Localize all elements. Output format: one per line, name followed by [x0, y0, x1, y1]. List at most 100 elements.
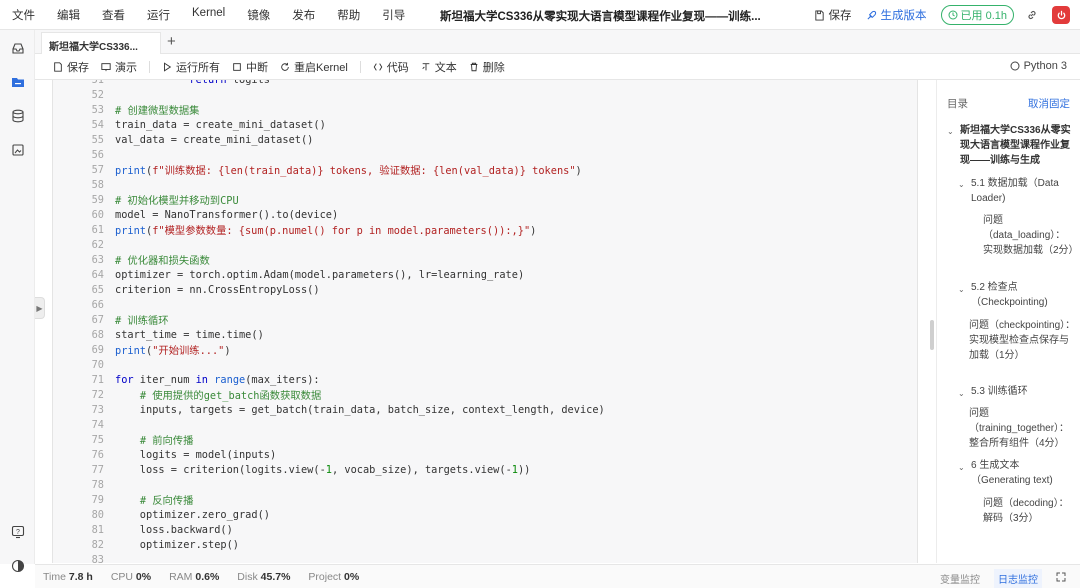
toc-item[interactable]: 5.3 训练循环: [971, 384, 1071, 399]
tab-notebook[interactable]: 斯坦福大学CS336...: [41, 32, 161, 54]
chevron-down-icon[interactable]: ⌄: [958, 389, 965, 398]
status-disk-value: 45.7%: [260, 570, 291, 583]
interrupt-button[interactable]: 中断: [232, 59, 268, 75]
code-line[interactable]: 62: [53, 237, 917, 252]
menu-kernel[interactable]: Kernel: [192, 7, 225, 23]
code-line[interactable]: 79 # 反向传播: [53, 492, 917, 508]
menu-publish[interactable]: 发布: [292, 7, 315, 23]
insert-code-button[interactable]: 代码: [373, 59, 409, 75]
link-button[interactable]: [1026, 9, 1038, 21]
toc-item[interactable]: 问题（data_loading）：实现数据加载（2分）: [983, 213, 1079, 258]
theme-toggle-icon[interactable]: [9, 557, 26, 574]
line-number: 58: [91, 178, 104, 191]
shutdown-button[interactable]: [1052, 6, 1070, 24]
chevron-down-icon[interactable]: ⌄: [958, 285, 965, 294]
log-monitor-tab[interactable]: 日志监控: [994, 569, 1042, 588]
code-line[interactable]: 66: [53, 297, 917, 312]
code-line[interactable]: 56: [53, 147, 917, 162]
code-line[interactable]: 80 optimizer.zero_grad(): [53, 507, 917, 522]
menu-run[interactable]: 运行: [147, 7, 170, 23]
run-all-button[interactable]: 运行所有: [162, 59, 220, 75]
toc-item[interactable]: 5.1 数据加载（Data Loader): [971, 176, 1071, 206]
code-line[interactable]: 75 # 前向传播: [53, 432, 917, 448]
generate-version-button[interactable]: 生成版本: [866, 7, 927, 23]
line-number: 80: [91, 508, 104, 521]
toolbar-save-button[interactable]: 保存: [53, 59, 89, 75]
code-line[interactable]: 54 train_data = create_mini_dataset(): [53, 117, 917, 132]
add-tab-button[interactable]: +: [167, 33, 176, 50]
code-line[interactable]: 59 # 初始化模型并移动到CPU: [53, 192, 917, 208]
menu-help[interactable]: 帮助: [337, 7, 360, 23]
code-line[interactable]: 71 for iter_num in range(max_iters):: [53, 372, 917, 387]
line-number: 77: [91, 463, 104, 476]
code-text: inputs, targets = get_batch(train_data, …: [115, 403, 605, 416]
code-line[interactable]: 83: [53, 552, 917, 564]
code-line[interactable]: 58: [53, 177, 917, 192]
chevron-down-icon[interactable]: ⌄: [947, 127, 954, 136]
toc-item[interactable]: 问题（checkpointing）：实现模型检查点保存与加载（1分）: [969, 318, 1077, 363]
save-label: 保存: [828, 10, 852, 22]
unpin-button[interactable]: 取消固定: [1028, 96, 1070, 111]
menu-image[interactable]: 镜像: [247, 7, 270, 23]
code-editor[interactable]: 51 return logits5253# 创建微型数据集54train_dat…: [52, 80, 918, 563]
toc-item[interactable]: 问题（training_together）：整合所有组件（4分）: [969, 406, 1077, 451]
code-line[interactable]: 74: [53, 417, 917, 432]
generate-version-label: 生成版本: [880, 10, 927, 22]
toc-panel: 目录 取消固定 ⌄ 斯坦福大学CS336从零实现大语言模型课程作业复现——训练与…: [936, 80, 1080, 563]
expand-sidebar-handle[interactable]: ▶: [35, 297, 45, 319]
code-line[interactable]: 52: [53, 87, 917, 102]
splitter-handle[interactable]: [930, 320, 934, 350]
code-line[interactable]: 64 optimizer = torch.optim.Adam(model.par…: [53, 267, 917, 282]
code-line[interactable]: 82 optimizer.step(): [53, 537, 917, 552]
code-text: print("开始训练..."): [115, 345, 231, 357]
code-line[interactable]: 68 start_time = time.time(): [53, 327, 917, 342]
toc-item[interactable]: 6 生成文本（Generating text): [971, 458, 1075, 488]
code-line[interactable]: 76 logits = model(inputs): [53, 447, 917, 462]
restart-kernel-button[interactable]: 重启Kernel: [280, 59, 348, 75]
status-cpu: CPU 0%: [111, 571, 151, 583]
fullscreen-icon[interactable]: [1052, 570, 1070, 587]
code-line[interactable]: 67 # 训练循环: [53, 312, 917, 328]
code-line[interactable]: 69 print("开始训练..."): [53, 342, 917, 358]
code-line[interactable]: 55 val_data = create_mini_dataset(): [53, 132, 917, 147]
chevron-down-icon[interactable]: ⌄: [958, 180, 965, 189]
code-line[interactable]: 77 loss = criterion(logits.view(-1, voca…: [53, 462, 917, 477]
trash-icon: [470, 62, 478, 71]
chevron-down-icon[interactable]: ⌄: [958, 463, 965, 472]
menu-file[interactable]: 文件: [12, 7, 35, 23]
code-line[interactable]: 57 print(f"训练数据: {len(train_data)} tokens…: [53, 162, 917, 178]
code-line[interactable]: 65 criterion = nn.CrossEntropyLoss(): [53, 282, 917, 297]
menu-edit[interactable]: 编辑: [57, 7, 80, 23]
code-line[interactable]: 51 return logits: [53, 80, 917, 87]
toc-item[interactable]: 问题（decoding）：解码（3分）: [983, 496, 1077, 526]
code-line[interactable]: 61 print(f"模型参数数量: {sum(p.numel() for p i…: [53, 222, 917, 238]
code-line[interactable]: 70: [53, 357, 917, 372]
delete-button[interactable]: 删除: [469, 59, 505, 75]
status-time-label: Time: [43, 570, 66, 583]
image-icon[interactable]: [9, 141, 26, 158]
line-number: 61: [91, 223, 104, 236]
toc-item[interactable]: 5.2 检查点（Checkpointing): [971, 280, 1077, 310]
database-icon[interactable]: [9, 107, 26, 124]
status-disk-label: Disk: [237, 570, 258, 583]
menu-guide[interactable]: 引导: [382, 7, 405, 23]
insert-text-button[interactable]: 文本: [421, 59, 457, 75]
save-button[interactable]: 保存: [814, 7, 852, 23]
line-number: 60: [91, 208, 104, 221]
code-line[interactable]: 78: [53, 477, 917, 492]
code-line[interactable]: 60 model = NanoTransformer().to(device): [53, 207, 917, 222]
code-line[interactable]: 53 # 创建微型数据集: [53, 102, 917, 118]
code-line[interactable]: 81 loss.backward(): [53, 522, 917, 537]
variable-monitor-tab[interactable]: 变量监控: [936, 569, 984, 588]
help-icon[interactable]: ?: [9, 523, 26, 540]
code-line[interactable]: 72 # 使用提供的get_batch函数获取数据: [53, 387, 917, 403]
toc-item[interactable]: 斯坦福大学CS336从零实现大语言模型课程作业复现——训练与生成: [960, 123, 1075, 168]
inbox-icon[interactable]: [9, 39, 26, 56]
toc-title: 目录: [947, 98, 968, 110]
menu-view[interactable]: 查看: [102, 7, 125, 23]
kernel-status[interactable]: Python 3: [1010, 60, 1067, 72]
code-line[interactable]: 63 # 优化器和损失函数: [53, 252, 917, 268]
code-line[interactable]: 73 inputs, targets = get_batch(train_dat…: [53, 402, 917, 417]
folder-icon[interactable]: [9, 73, 26, 90]
present-button[interactable]: 演示: [101, 59, 137, 75]
